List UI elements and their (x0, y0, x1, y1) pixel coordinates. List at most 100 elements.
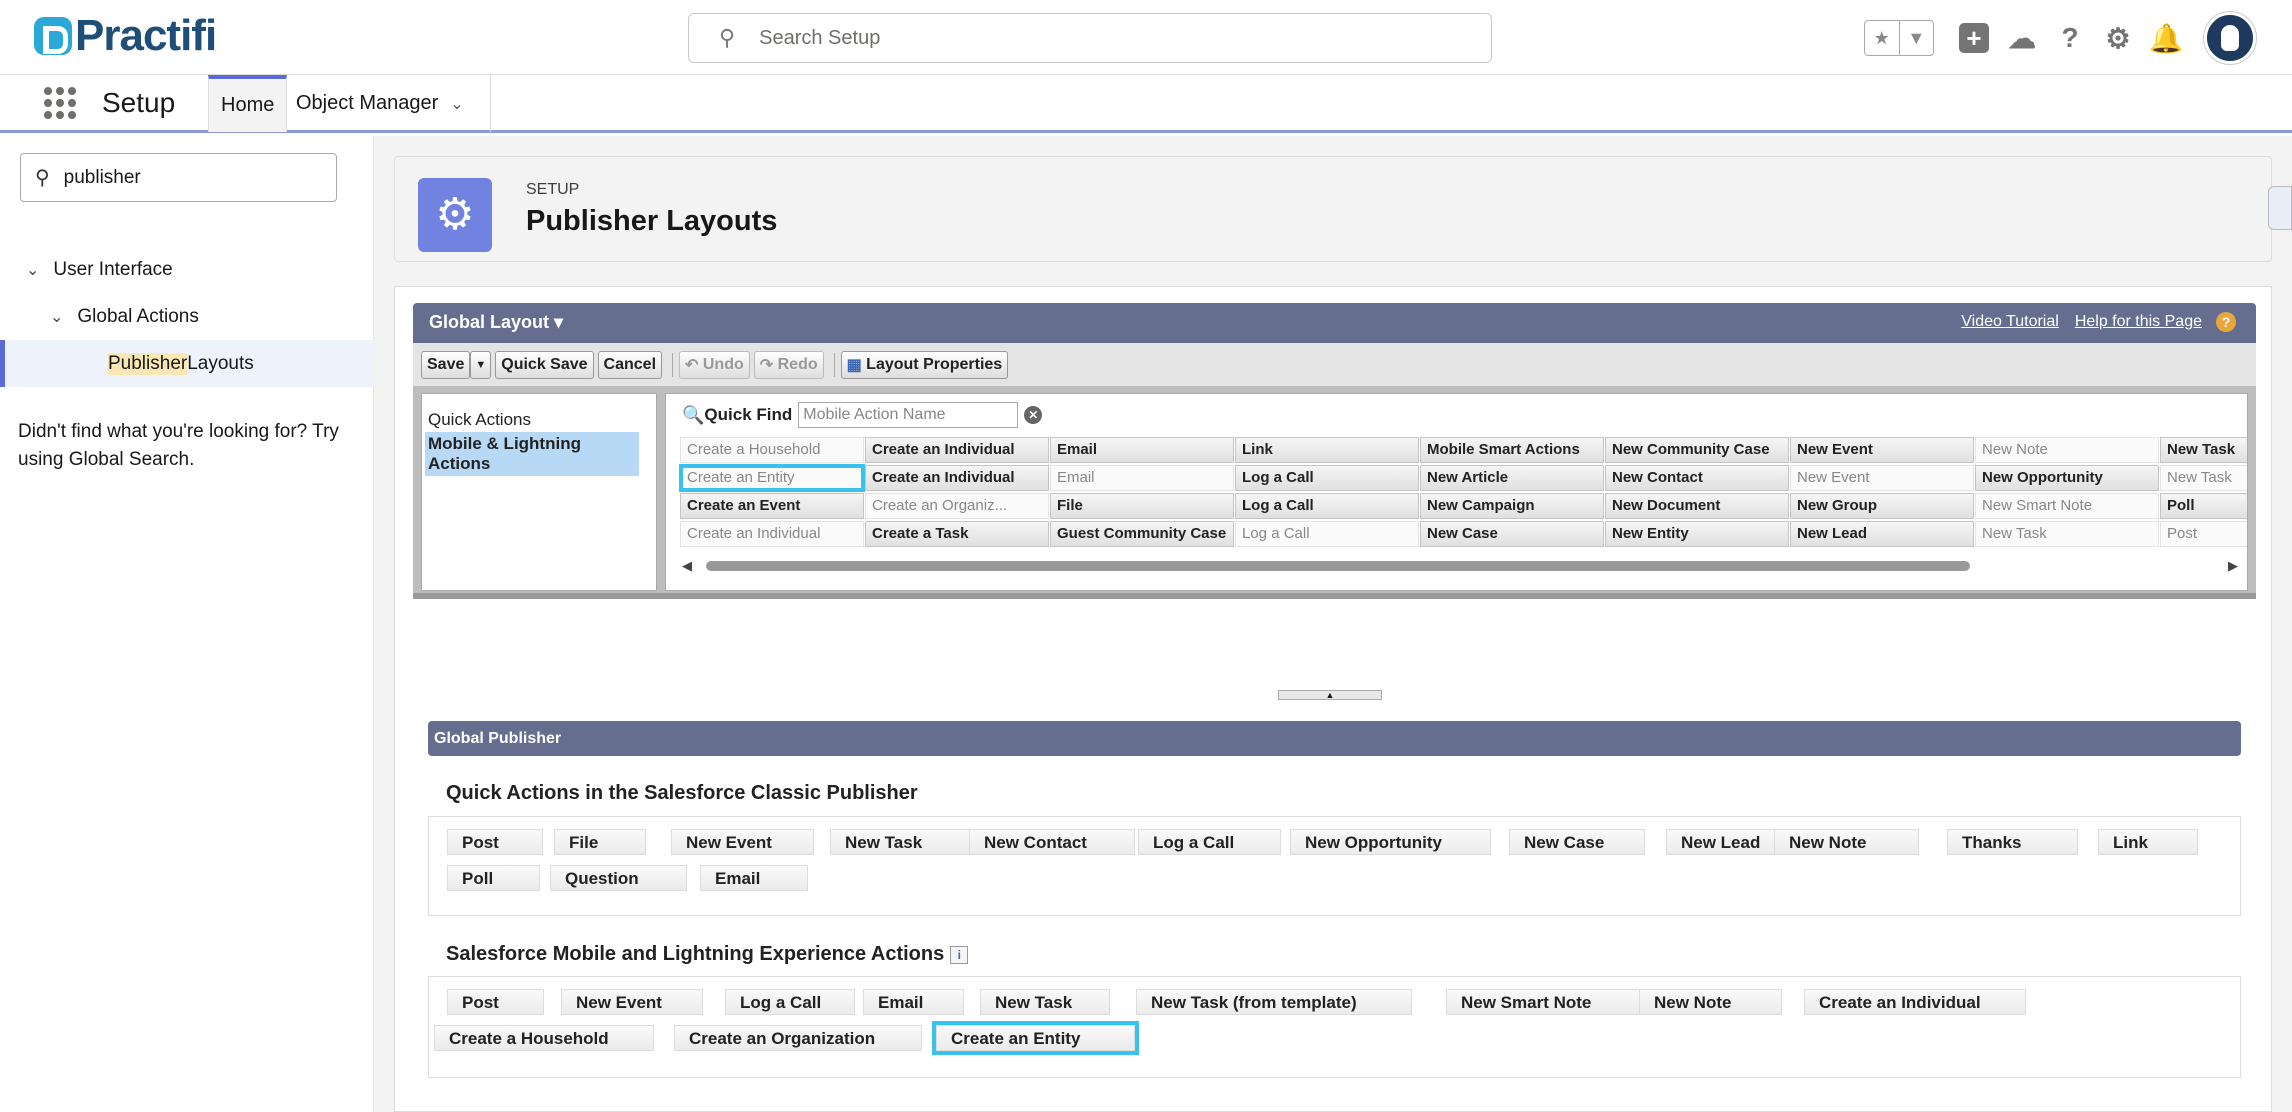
favorites-control[interactable]: ★ ▼ (1864, 20, 1934, 56)
palette-action-item[interactable]: Poll (2160, 493, 2247, 519)
publisher-action-chip[interactable]: New Opportunity (1290, 829, 1491, 855)
palette-action-item[interactable]: New Smart Note (1975, 493, 2159, 519)
publisher-action-chip[interactable]: New Note (1639, 989, 1782, 1015)
palette-action-item[interactable]: Log a Call (1235, 465, 1419, 491)
chevron-down-icon[interactable]: ▼ (1898, 21, 1934, 55)
save-button[interactable]: Save (421, 350, 471, 379)
publisher-action-chip[interactable]: New Smart Note (1446, 989, 1640, 1015)
publisher-action-chip[interactable]: New Contact (969, 829, 1135, 855)
palette-action-item[interactable]: New Entity (1605, 521, 1789, 547)
publisher-action-chip[interactable]: File (554, 829, 646, 855)
palette-action-item[interactable]: New Case (1420, 521, 1604, 547)
palette-action-item[interactable]: New Group (1790, 493, 1974, 519)
tree-node-publisher-layouts[interactable]: Publisher Layouts (0, 340, 374, 387)
publisher-action-chip[interactable]: Create a Household (434, 1025, 654, 1051)
publisher-action-chip[interactable]: Email (700, 865, 808, 891)
tab-home[interactable]: Home (208, 75, 288, 132)
mobile-action-name-input[interactable]: Mobile Action Name (798, 402, 1019, 428)
palette-action-item[interactable]: New Contact (1605, 465, 1789, 491)
palette-action-item[interactable]: Create an Individual (680, 521, 864, 547)
palette-action-item[interactable]: Log a Call (1235, 493, 1419, 519)
publisher-action-chip[interactable]: New Event (671, 829, 814, 855)
publisher-action-chip[interactable]: Poll (447, 865, 540, 891)
palette-action-item[interactable]: New Campaign (1420, 493, 1604, 519)
publisher-action-chip[interactable]: New Task (830, 829, 970, 855)
scroll-left-icon[interactable]: ◀ (682, 558, 692, 574)
publisher-action-chip[interactable]: Question (550, 865, 687, 891)
bell-icon[interactable]: 🔔 (2149, 22, 2184, 54)
palette-action-item[interactable]: New Community Case (1605, 437, 1789, 463)
publisher-action-chip[interactable]: New Task (from template) (1136, 989, 1412, 1015)
tree-node-global-actions[interactable]: ⌄ Global Actions (0, 293, 374, 340)
help-icon[interactable]: ? (2054, 22, 2086, 54)
palette-action-item[interactable]: New Document (1605, 493, 1789, 519)
trailhead-icon[interactable]: ☁ (2006, 22, 2038, 54)
publisher-action-chip[interactable]: New Event (561, 989, 703, 1015)
palette-action-item[interactable]: Create an Entity (679, 464, 865, 492)
category-mobile-lightning-actions[interactable]: Mobile & Lightning Actions (425, 432, 639, 476)
gear-icon[interactable]: ⚙ (2102, 22, 2134, 54)
palette-action-item[interactable]: Create a Task (865, 521, 1049, 547)
palette-action-item[interactable]: New Task (2160, 437, 2247, 463)
palette-action-item[interactable]: New Task (2160, 465, 2247, 491)
plus-icon[interactable]: + (1958, 22, 1990, 54)
palette-action-item[interactable]: New Note (1975, 437, 2159, 463)
publisher-action-chip[interactable]: Email (863, 989, 964, 1015)
side-panel-toggle[interactable] (2268, 186, 2292, 230)
palette-action-item[interactable]: Create an Organiz... (865, 493, 1049, 519)
avatar[interactable] (2204, 12, 2256, 64)
publisher-action-chip[interactable]: Post (447, 829, 543, 855)
undo-button[interactable]: ↶ Undo (679, 350, 750, 379)
quick-find-input[interactable]: ⚲ publisher (20, 153, 337, 202)
palette-scrollbar[interactable]: ◀ ▶ (682, 558, 2238, 574)
palette-action-item[interactable]: New Lead (1790, 521, 1974, 547)
palette-action-item[interactable]: Create a Household (680, 437, 864, 463)
publisher-action-chip[interactable]: Thanks (1947, 829, 2078, 855)
palette-action-item[interactable]: Log a Call (1235, 521, 1419, 547)
palette-action-item[interactable]: New Event (1790, 437, 1974, 463)
layout-properties-button[interactable]: ▦ Layout Properties (840, 350, 1009, 379)
tab-object-manager[interactable]: Object Manager ⌄ (284, 75, 491, 132)
video-tutorial-link[interactable]: Video Tutorial (1961, 313, 2059, 331)
palette-action-item[interactable]: Post (2160, 521, 2247, 547)
practifi-logo[interactable]: Practifi (34, 14, 217, 58)
star-icon[interactable]: ★ (1865, 21, 1899, 55)
palette-action-item[interactable]: New Task (1975, 521, 2159, 547)
publisher-action-chip[interactable]: New Case (1509, 829, 1645, 855)
palette-action-item[interactable]: Link (1235, 437, 1419, 463)
tree-node-user-interface[interactable]: ⌄ User Interface (0, 246, 374, 293)
cancel-button[interactable]: Cancel (597, 350, 663, 379)
publisher-action-chip[interactable]: Log a Call (1138, 829, 1281, 855)
scroll-thumb[interactable] (706, 561, 1970, 571)
publisher-action-chip[interactable]: Create an Entity (932, 1021, 1139, 1055)
publisher-action-chip[interactable]: New Note (1774, 829, 1919, 855)
palette-action-item[interactable]: Create an Individual (865, 437, 1049, 463)
palette-resize-handle[interactable]: ▲ (1278, 690, 1382, 700)
palette-action-item[interactable]: Email (1050, 465, 1234, 491)
palette-action-item[interactable]: Create an Event (680, 493, 864, 519)
redo-button[interactable]: ↷ Redo (753, 350, 824, 379)
publisher-action-chip[interactable]: Link (2098, 829, 2198, 855)
publisher-action-chip[interactable]: Post (447, 989, 544, 1015)
chevron-down-icon[interactable]: ⌄ (50, 307, 63, 327)
palette-action-item[interactable]: File (1050, 493, 1234, 519)
publisher-action-chip[interactable]: Create an Individual (1804, 989, 2026, 1015)
chevron-down-icon[interactable]: ⌄ (450, 94, 463, 114)
publisher-action-chip[interactable]: Create an Organization (674, 1025, 922, 1051)
layout-selector[interactable]: Global Layout ▾ (429, 312, 563, 333)
category-quick-actions[interactable]: Quick Actions (428, 410, 531, 430)
palette-action-item[interactable]: Email (1050, 437, 1234, 463)
save-menu-button[interactable]: ▼ (470, 350, 492, 379)
publisher-action-chip[interactable]: New Task (980, 989, 1110, 1015)
palette-action-item[interactable]: New Article (1420, 465, 1604, 491)
help-for-page-link[interactable]: Help for this Page (2075, 313, 2202, 331)
clear-icon[interactable]: ✕ (1024, 406, 1043, 424)
info-icon[interactable]: i (950, 945, 969, 964)
quick-save-button[interactable]: Quick Save (495, 350, 594, 379)
palette-action-item[interactable]: Guest Community Case (1050, 521, 1234, 547)
search-setup-input[interactable]: ⚲ Search Setup (688, 13, 1492, 63)
chevron-down-icon[interactable]: ⌄ (26, 260, 39, 280)
palette-action-item[interactable]: Create an Individual (865, 465, 1049, 491)
publisher-action-chip[interactable]: Log a Call (725, 989, 855, 1015)
help-icon[interactable]: ? (2216, 312, 2236, 332)
